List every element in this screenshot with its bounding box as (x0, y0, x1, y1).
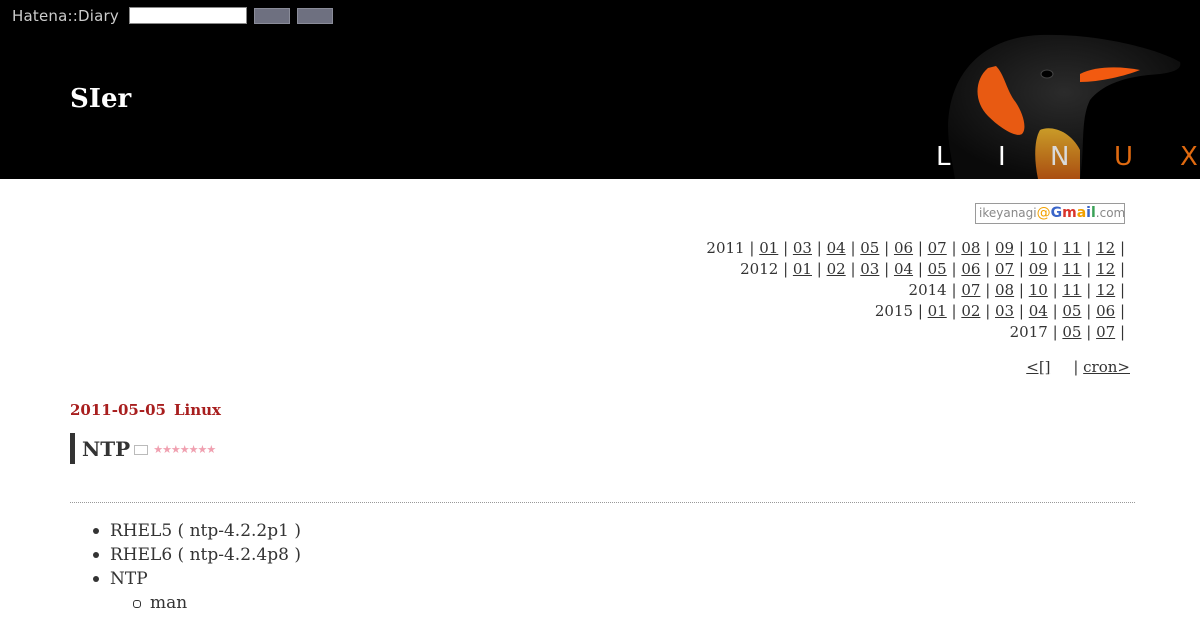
search-web-button[interactable] (297, 8, 333, 24)
archive-year: 2017 (1009, 323, 1048, 341)
email-user: ikeyanagi (979, 206, 1037, 220)
email-at: @ (1036, 205, 1051, 221)
search-diary-button[interactable] (254, 8, 290, 24)
entry-category[interactable]: Linux (174, 401, 221, 419)
archive-year-row: 2011 | 01 | 03 | 04 | 05 | 06 | 07 | 08 … (706, 239, 1125, 257)
archive-month-link[interactable]: 12 (1096, 239, 1115, 257)
archive-month-link[interactable]: 08 (995, 281, 1014, 299)
archive-month-link[interactable]: 11 (1062, 260, 1081, 278)
archive-month-link[interactable]: 09 (995, 239, 1014, 257)
archive-month-link[interactable]: 01 (759, 239, 778, 257)
gmail-logo-letter: a (1076, 205, 1087, 221)
list-item: RHEL5 ( ntp-4.2.2p1 ) (93, 521, 301, 541)
pager-separator: | (1073, 358, 1079, 376)
hatena-toolbar: Hatena::Diary (0, 0, 1200, 32)
archive-year-row: 2012 | 01 | 02 | 03 | 04 | 05 | 06 | 07 … (740, 260, 1125, 278)
banner-letter: I (998, 142, 1006, 172)
archive-year: 2012 (740, 260, 779, 278)
archive-month-link[interactable]: 06 (1096, 302, 1115, 320)
monthly-archive: 2011 | 01 | 03 | 04 | 05 | 06 | 07 | 08 … (706, 238, 1125, 343)
archive-month-link[interactable]: 05 (928, 260, 947, 278)
archive-month-link[interactable]: 01 (793, 260, 812, 278)
hatena-diary-logo[interactable]: Hatena::Diary (12, 7, 119, 25)
archive-month-link[interactable]: 04 (894, 260, 913, 278)
archive-month-link[interactable]: 07 (961, 281, 980, 299)
archive-year-row: 2015 | 01 | 02 | 03 | 04 | 05 | 06 | (874, 302, 1125, 320)
list-item: RHEL6 ( ntp-4.2.4p8 ) (93, 545, 301, 565)
entry-pager: <[] | cron> (1026, 358, 1130, 376)
archive-year: 2015 (874, 302, 914, 320)
banner-letter: L (936, 142, 951, 172)
archive-month-link[interactable]: 06 (961, 260, 980, 278)
entry-date[interactable]: 2011-05-05 (70, 401, 166, 419)
search-input[interactable] (129, 7, 247, 24)
archive-month-link[interactable]: 03 (793, 239, 812, 257)
archive-month-link[interactable]: 03 (860, 260, 879, 278)
archive-month-link[interactable]: 05 (860, 239, 879, 257)
archive-month-link[interactable]: 11 (1062, 281, 1081, 299)
archive-year-row: 2014 | 07 | 08 | 10 | 11 | 12 | (908, 281, 1125, 299)
hatena-stars[interactable]: ★★★★★★★ (153, 443, 216, 456)
banner-letter: X (1180, 142, 1198, 172)
archive-month-link[interactable]: 12 (1096, 260, 1115, 278)
email-domain: .com (1095, 206, 1125, 220)
archive-month-link[interactable]: 02 (827, 260, 846, 278)
entry-body-list: RHEL5 ( ntp-4.2.2p1 ) RHEL6 ( ntp-4.2.4p… (93, 519, 301, 615)
entry-date-line: 2011-05-05 Linux (70, 401, 221, 419)
entry-title[interactable]: NTP (82, 437, 130, 461)
archive-year: 2011 (706, 239, 745, 257)
list-item: NTP man (93, 567, 301, 615)
archive-month-link[interactable]: 12 (1096, 281, 1115, 299)
gmail-logo-letter: m (1062, 205, 1077, 221)
archive-month-link[interactable]: 11 (1062, 239, 1081, 257)
archive-month-link[interactable]: 05 (1062, 323, 1081, 341)
gmail-logo-letter: G (1050, 205, 1063, 221)
bookmark-icon[interactable] (134, 444, 149, 455)
linux-banner-text: L I N U X (934, 142, 1200, 178)
archive-month-link[interactable]: 07 (995, 260, 1014, 278)
archive-year-row: 2017 | 05 | 07 | (1009, 323, 1125, 341)
archive-month-link[interactable]: 02 (961, 302, 980, 320)
entry-title-block: NTP ★★★★★★★ (70, 433, 216, 464)
archive-month-link[interactable]: 05 (1062, 302, 1081, 320)
archive-month-link[interactable]: 08 (961, 239, 980, 257)
prev-entry-link[interactable]: <[] (1026, 358, 1050, 376)
next-entry-link[interactable]: cron> (1083, 358, 1130, 376)
archive-month-link[interactable]: 07 (1096, 323, 1115, 341)
sub-list-item: man (133, 591, 301, 615)
list-item-label: NTP (110, 569, 148, 589)
archive-year: 2014 (908, 281, 947, 299)
archive-month-link[interactable]: 03 (995, 302, 1014, 320)
archive-month-link[interactable]: 10 (1029, 239, 1048, 257)
blog-title[interactable]: SIer (70, 84, 131, 114)
archive-month-link[interactable]: 04 (827, 239, 846, 257)
section-divider (70, 502, 1135, 503)
banner-letter: N (1050, 142, 1070, 172)
archive-month-link[interactable]: 04 (1029, 302, 1048, 320)
email-address-image: ikeyanagi@Gmail.com (975, 203, 1125, 224)
archive-month-link[interactable]: 01 (928, 302, 947, 320)
archive-month-link[interactable]: 07 (928, 239, 947, 257)
archive-month-link[interactable]: 10 (1029, 281, 1048, 299)
banner-letter: U (1114, 142, 1134, 172)
archive-month-link[interactable]: 09 (1029, 260, 1048, 278)
archive-month-link[interactable]: 06 (894, 239, 913, 257)
